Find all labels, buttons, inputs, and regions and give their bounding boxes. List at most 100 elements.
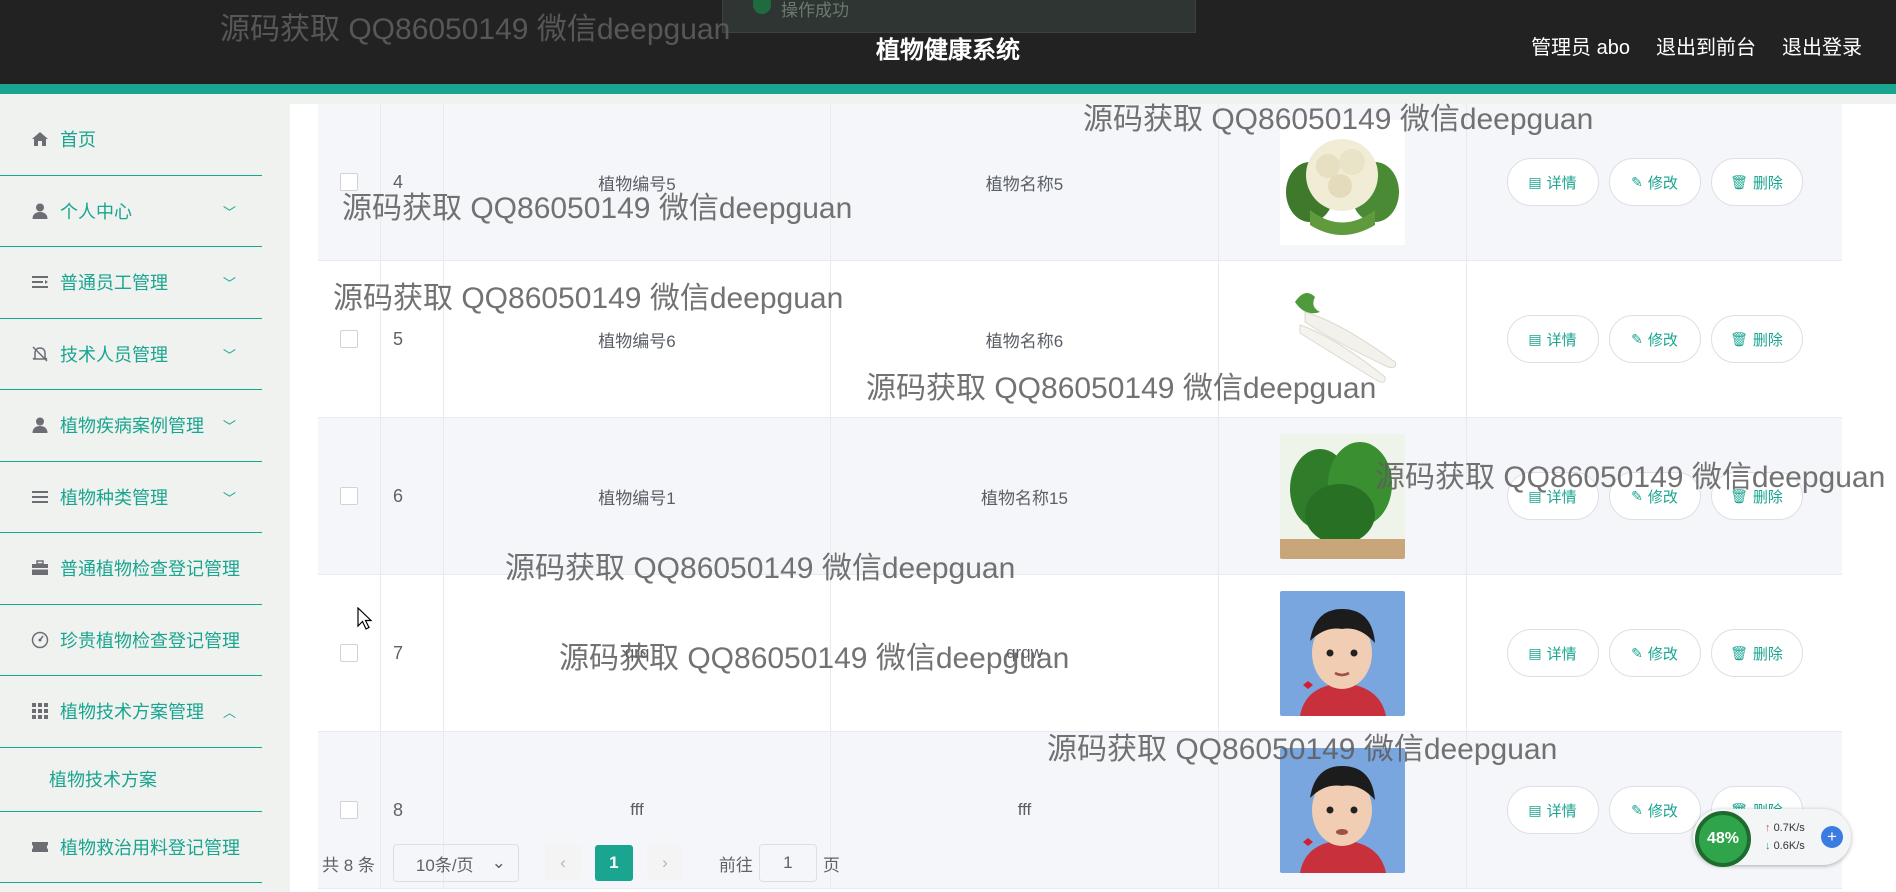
chevron-down-icon: ﹀ [222,490,236,506]
exit-to-frontend-link[interactable]: 退出到前台 [1656,31,1756,60]
row-checkbox[interactable] [340,173,358,191]
pencil-icon: ✎ [1631,487,1643,504]
sidebar-item-home[interactable]: 首页 [0,104,262,176]
network-speed-widget[interactable]: 48% ↑ 0.7K/s ↓ 0.6K/s + [1693,809,1851,867]
edit-button[interactable]: ✎ 修改 [1608,315,1701,363]
cpu-percent: 48% [1695,811,1751,867]
chevron-down-icon: ⌄ [491,853,506,872]
row-checkbox[interactable] [340,487,358,505]
trash-icon: 🗑 [1730,487,1748,504]
sidebar-item-disease-cases[interactable]: 植物疾病案例管理 ﹀ [0,390,262,462]
sidebar-item-technicians[interactable]: 技术人员管理 ﹀ [0,319,262,390]
pencil-icon: ✎ [1631,801,1643,818]
sidebar-item-normal-inspection[interactable]: 普通植物检查登记管理 [0,533,262,605]
toast-text: 操作成功 [781,1,849,20]
download-arrow-icon: ↓ [1765,840,1771,852]
upload-arrow-icon: ↑ [1765,822,1771,834]
row-index: 6 [381,418,444,574]
sidebar-item-plant-types[interactable]: 植物种类管理 ﹀ [0,462,262,533]
data-table: 4 植物编号5 植物名称5 ▤ 详情 ✎ 修改 🗑 删除 5 植物编号6 植物名… [318,104,1842,889]
ticket-icon [30,837,50,857]
row-checkbox[interactable] [340,644,358,662]
plant-code: 植物编号1 [444,418,831,574]
logout-link[interactable]: 退出登录 [1782,31,1862,60]
sidebar-item-label: 植物疾病案例管理 [60,416,204,437]
row-index: 7 [381,575,444,731]
table-row: 7 qrq qrqw ▤ 详情 ✎ 修改 🗑 删除 [318,575,1842,732]
sidebar-item-label: 普通员工管理 [60,273,168,294]
trash-icon: 🗑 [1730,644,1748,661]
pencil-icon: ✎ [1631,330,1643,347]
delete-button[interactable]: 🗑删除 [1710,629,1803,677]
sidebar-subitem-label: 植物技术方案 [49,770,157,790]
delete-button[interactable]: 🗑删除 [1710,315,1803,363]
next-page-button[interactable]: › [646,845,683,881]
admin-user-link[interactable]: 管理员 abo [1531,31,1630,60]
chevron-down-icon: ﹀ [222,347,236,363]
gauge-icon [30,630,50,650]
delete-button[interactable]: 🗑删除 [1710,472,1803,520]
pagination: 共 8 条 10条/页 ⌄ ‹ 1 › 前往 1 页 [322,844,840,882]
sidebar: 首页 个人中心 ﹀ 普通员工管理 ﹀ 技术人员管理 ﹀ 植物疾病案例管理 ﹀ 植… [0,104,262,892]
sidebar-subitem-tech-plan[interactable]: 植物技术方案 [0,748,262,812]
cauliflower-image [1280,119,1405,245]
sidebar-item-label: 珍贵植物检查登记管理 [60,630,240,651]
detail-button[interactable]: ▤ 详情 [1506,315,1599,363]
top-nav: 管理员 abo 退出到前台 退出登录 [1531,31,1862,60]
sidebar-item-staff[interactable]: 普通员工管理 ﹀ [0,247,262,319]
document-icon: ▤ [1528,330,1542,347]
plant-name: fff [831,732,1219,888]
row-checkbox[interactable] [340,801,358,819]
sidebar-item-profile[interactable]: 个人中心 ﹀ [0,176,262,247]
plant-code: qrq [444,575,831,731]
table-row: 6 植物编号1 植物名称15 ▤ 详情 ✎ 修改 🗑 删除 [318,418,1842,575]
mouse-cursor-icon [357,607,373,630]
row-checkbox[interactable] [340,330,358,348]
total-count: 共 8 条 [322,855,375,875]
row-index: 4 [381,104,444,260]
row-index: 5 [381,261,444,417]
sidebar-item-label: 首页 [60,130,96,151]
check-circle-icon [753,0,771,14]
table-row: 4 植物编号5 植物名称5 ▤ 详情 ✎ 修改 🗑 删除 [318,104,1842,261]
detail-button[interactable]: ▤ 详情 [1506,158,1599,206]
chevron-down-icon: ﹀ [222,204,236,220]
sidebar-item-label: 技术人员管理 [60,344,168,365]
edit-button[interactable]: ✎ 修改 [1608,629,1701,677]
grid-icon [30,701,50,721]
document-icon: ▤ [1528,801,1542,818]
sidebar-item-label: 植物种类管理 [60,487,168,508]
document-icon: ▤ [1528,644,1542,661]
chevron-down-icon: ﹀ [222,419,236,434]
sidebar-item-tech-plans[interactable]: 植物技术方案管理 ︿ [0,676,262,748]
user-icon [30,201,50,221]
plus-icon[interactable]: + [1821,826,1843,848]
plant-code: 植物编号5 [444,104,831,260]
edit-button[interactable]: ✎ 修改 [1608,158,1701,206]
upload-rate: 0.7K/s [1773,822,1805,834]
chevron-up-icon: ︿ [222,705,236,720]
plant-name: 植物名称5 [831,104,1219,260]
bell-off-icon [30,344,50,364]
edit-button[interactable]: ✎ 修改 [1608,472,1701,520]
edit-button[interactable]: ✎ 修改 [1608,786,1701,834]
greens-image [1280,433,1405,559]
download-rate: 0.6K/s [1773,840,1805,852]
sidebar-item-treatment-materials[interactable]: 植物救治用料登记管理 [0,812,262,883]
goto-page-input[interactable]: 1 [758,844,817,882]
page-suffix: 页 [822,855,840,875]
page-size-select[interactable]: 10条/页 ⌄ [392,844,519,882]
briefcase-icon [30,558,50,578]
prev-page-button[interactable]: ‹ [544,845,581,881]
chevron-down-icon: ﹀ [222,276,236,291]
delete-button[interactable]: 🗑删除 [1710,158,1803,206]
detail-button[interactable]: ▤ 详情 [1506,629,1599,677]
pencil-icon: ✎ [1631,644,1643,661]
plant-name: 植物名称6 [831,261,1219,417]
detail-button[interactable]: ▤ 详情 [1506,472,1599,520]
user-icon [30,415,50,435]
page-number-current[interactable]: 1 [594,845,633,881]
plant-name: qrqw [831,575,1219,731]
sidebar-item-rare-inspection[interactable]: 珍贵植物检查登记管理 [0,605,262,676]
detail-button[interactable]: ▤ 详情 [1506,786,1599,834]
